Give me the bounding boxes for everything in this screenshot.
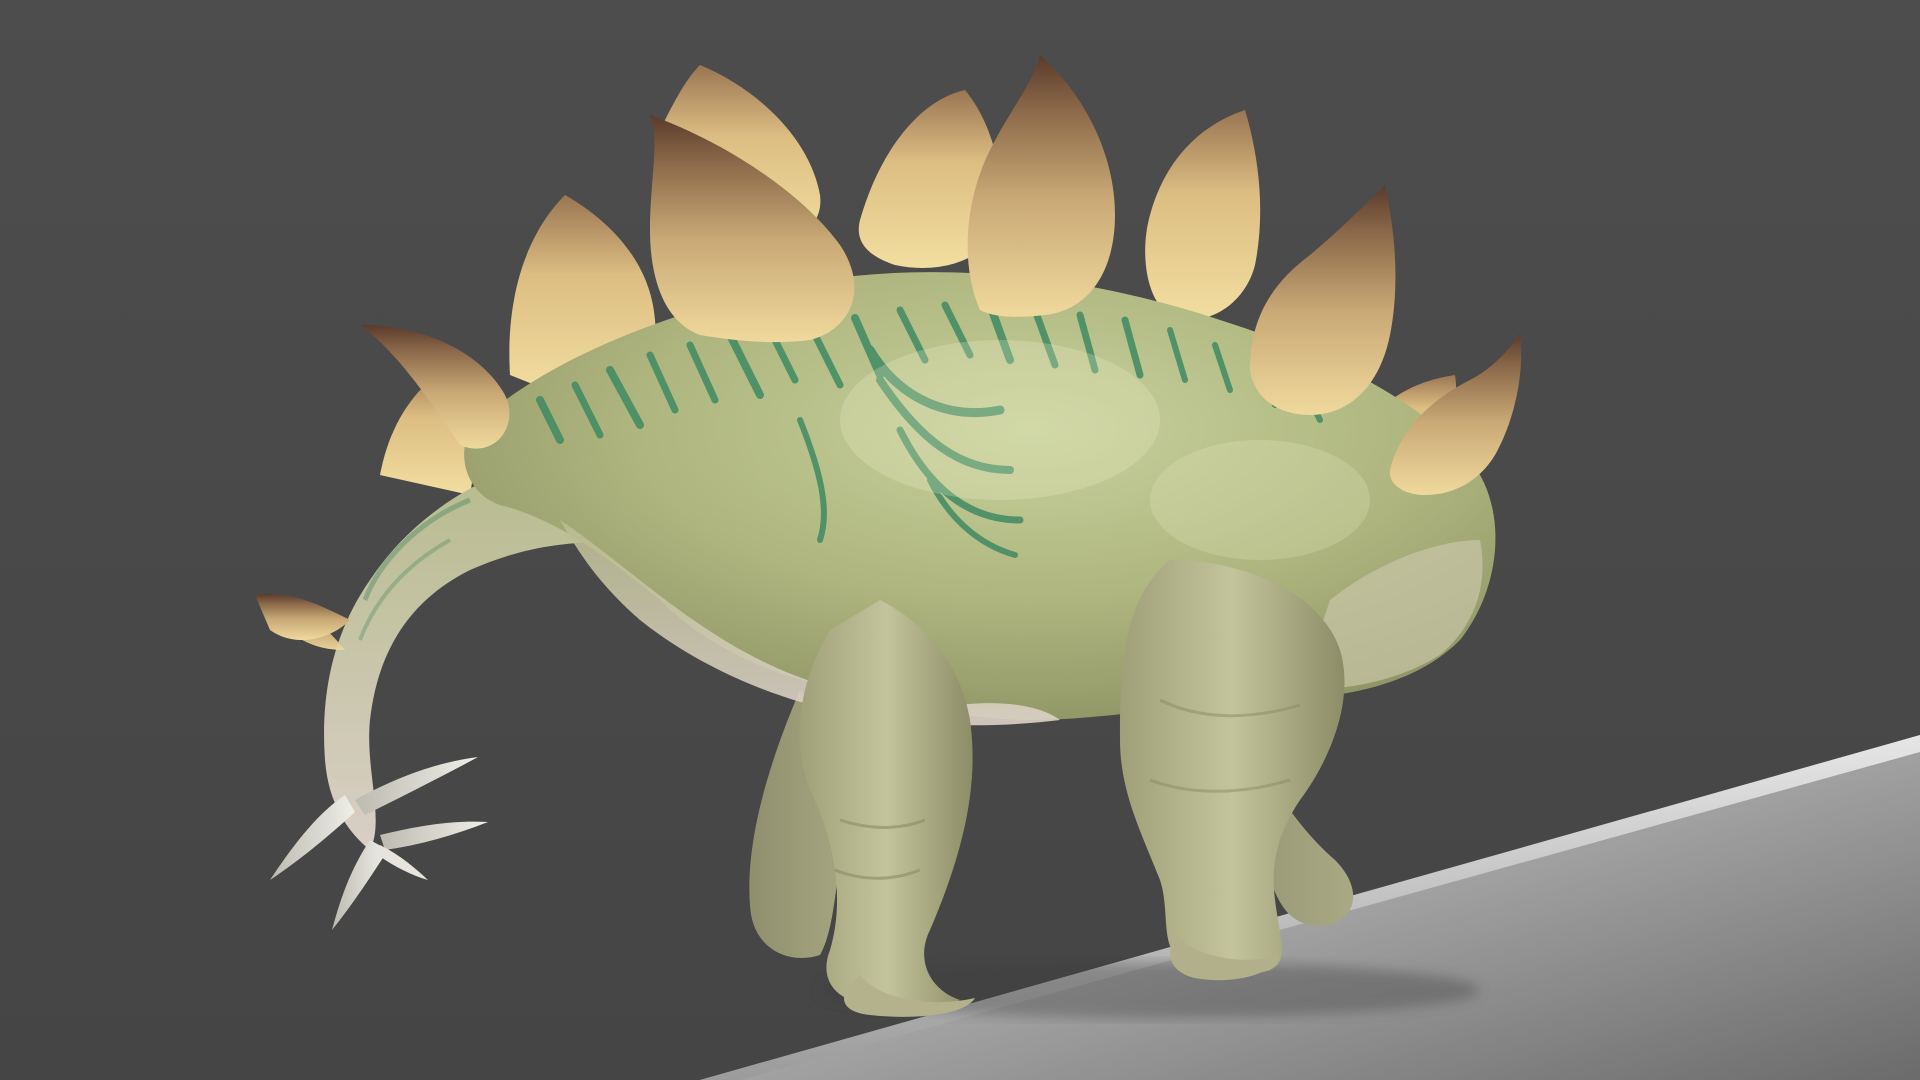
plate-4 bbox=[967, 55, 1115, 317]
stegosaurus-render bbox=[255, 55, 1920, 1080]
plate-5 bbox=[1250, 185, 1396, 415]
render-viewport bbox=[0, 0, 1920, 1080]
plate-tail-tip bbox=[255, 594, 350, 641]
tail-spikes bbox=[270, 757, 488, 930]
